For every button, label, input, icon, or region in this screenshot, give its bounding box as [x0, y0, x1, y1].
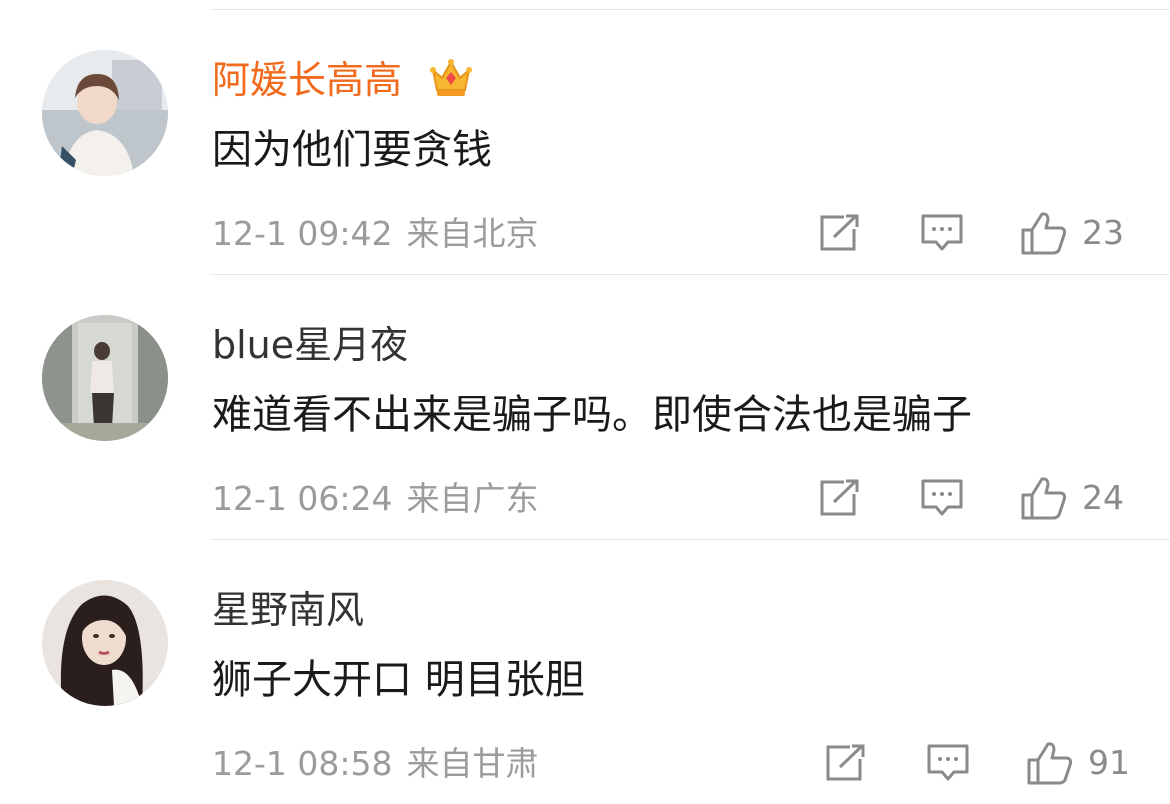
share-icon: [826, 744, 865, 781]
share-button[interactable]: [818, 475, 862, 521]
username[interactable]: 阿媛长高高: [212, 54, 402, 106]
thumbs-up-icon: [1027, 742, 1073, 785]
comment-button[interactable]: [926, 740, 970, 786]
comment-text: 因为他们要贪钱: [212, 127, 492, 173]
comment-text: 难道看不出来是骗子吗。即使合法也是骗子: [212, 392, 972, 438]
comment-time: 12-1 08:58: [212, 744, 393, 783]
like-count: 91: [1088, 743, 1130, 782]
like-button[interactable]: 24: [1020, 475, 1124, 521]
comment-item: 星野南风 狮子大开口 明目张胆 12-1 08:58 来自甘肃 91: [0, 540, 1170, 804]
comment-time: 12-1 09:42: [212, 214, 393, 253]
comment-item: blue星月夜 难道看不出来是骗子吗。即使合法也是骗子 12-1 06:24 来自…: [0, 275, 1170, 540]
share-button[interactable]: [824, 740, 868, 786]
share-button[interactable]: [818, 210, 862, 256]
comment-list: 阿媛长高高 因为他们要贪钱 12-1 09:42 来自北京 23 blue星月夜…: [0, 0, 1170, 804]
comment-icon: [921, 214, 963, 251]
share-icon: [820, 479, 859, 516]
thumbs-up-icon: [1021, 477, 1067, 520]
share-icon: [820, 214, 859, 251]
avatar[interactable]: [42, 315, 168, 441]
comment-meta: 12-1 09:42 来自北京: [212, 212, 539, 256]
comment-time: 12-1 06:24: [212, 479, 393, 518]
username[interactable]: blue星月夜: [212, 319, 408, 371]
avatar[interactable]: [42, 50, 168, 176]
comment-text: 狮子大开口 明目张胆: [212, 657, 585, 703]
like-count: 23: [1082, 213, 1124, 252]
username[interactable]: 星野南风: [212, 584, 364, 636]
thumbs-up-icon: [1021, 212, 1067, 255]
comment-location: 来自广东: [406, 479, 539, 518]
like-button[interactable]: 91: [1026, 740, 1130, 786]
crown-icon: [430, 59, 472, 96]
comment-location: 来自甘肃: [406, 744, 539, 783]
like-button[interactable]: 23: [1020, 210, 1124, 256]
comment-button[interactable]: [920, 210, 964, 256]
avatar[interactable]: [42, 580, 168, 706]
comment-location: 来自北京: [406, 214, 539, 253]
like-count: 24: [1082, 478, 1124, 517]
comment-icon: [927, 744, 969, 781]
comment-item: 阿媛长高高 因为他们要贪钱 12-1 09:42 来自北京 23: [0, 10, 1170, 275]
comment-icon: [921, 479, 963, 516]
comment-meta: 12-1 08:58 来自甘肃: [212, 742, 539, 786]
comment-meta: 12-1 06:24 来自广东: [212, 477, 539, 521]
comment-button[interactable]: [920, 475, 964, 521]
